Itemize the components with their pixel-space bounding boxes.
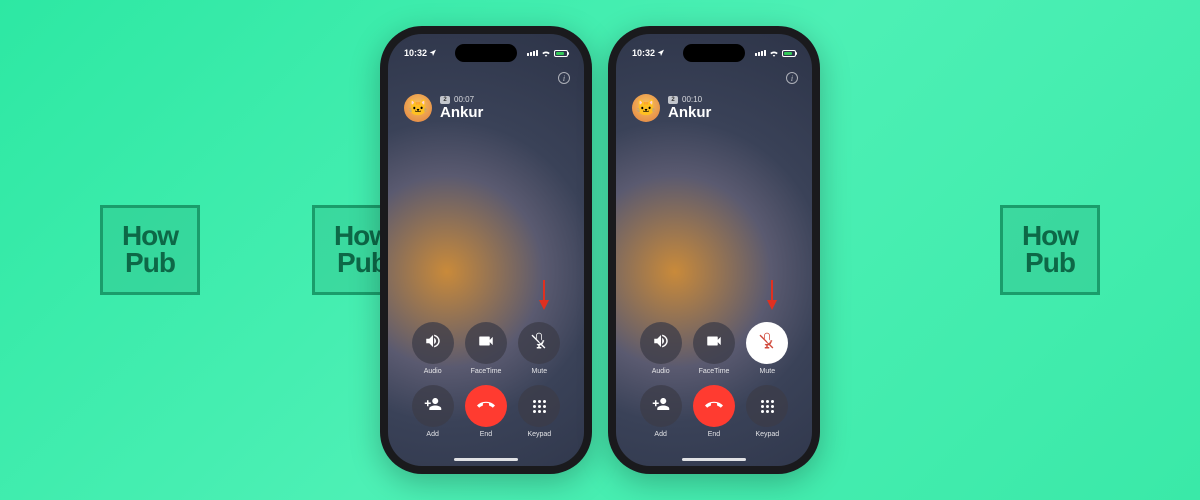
keypad-button[interactable]: Keypad bbox=[513, 385, 566, 438]
speaker-icon bbox=[424, 332, 442, 355]
avatar: 🐱 bbox=[404, 94, 432, 122]
caller-name: Ankur bbox=[668, 104, 711, 121]
end-button[interactable]: End bbox=[687, 385, 740, 438]
add-label: Add bbox=[654, 431, 666, 438]
phone-frame-left: 10:32 i 🐱 2 bbox=[380, 26, 592, 474]
dynamic-island bbox=[455, 44, 517, 62]
call-duration: 00:10 bbox=[682, 95, 702, 104]
keypad-button[interactable]: Keypad bbox=[741, 385, 794, 438]
call-duration: 00:07 bbox=[454, 95, 474, 104]
watermark-logo: How Pub bbox=[1000, 205, 1100, 295]
audio-label: Audio bbox=[424, 368, 442, 375]
facetime-label: FaceTime bbox=[471, 368, 502, 375]
phone-row: 10:32 i 🐱 2 bbox=[380, 26, 820, 474]
annotation-arrow bbox=[765, 278, 779, 312]
sim-badge: 2 bbox=[668, 96, 678, 104]
mute-label: Mute bbox=[532, 368, 548, 375]
caller-row: 🐱 2 00:10 Ankur bbox=[632, 94, 711, 122]
status-right bbox=[527, 49, 568, 57]
location-arrow-icon bbox=[657, 49, 665, 57]
add-contact-icon bbox=[652, 395, 670, 418]
annotation-arrow bbox=[537, 278, 551, 312]
avatar: 🐱 bbox=[632, 94, 660, 122]
mute-button[interactable]: Mute bbox=[513, 322, 566, 375]
mic-off-icon bbox=[530, 332, 548, 355]
status-left: 10:32 bbox=[632, 48, 665, 58]
home-indicator[interactable] bbox=[454, 458, 518, 461]
battery-icon bbox=[782, 50, 796, 57]
home-indicator[interactable] bbox=[682, 458, 746, 461]
watermark-line2: Pub bbox=[125, 250, 175, 277]
facetime-button[interactable]: FaceTime bbox=[459, 322, 512, 375]
watermark-logo: How Pub bbox=[100, 205, 200, 295]
wifi-icon bbox=[541, 49, 551, 57]
video-icon bbox=[705, 332, 723, 355]
status-time: 10:32 bbox=[404, 48, 427, 58]
caller-top: 2 00:07 bbox=[440, 95, 483, 104]
mute-label: Mute bbox=[760, 368, 776, 375]
facetime-button[interactable]: FaceTime bbox=[687, 322, 740, 375]
caller-top: 2 00:10 bbox=[668, 95, 711, 104]
call-button-grid: Audio FaceTime Mute Add End bbox=[616, 322, 812, 438]
dynamic-island bbox=[683, 44, 745, 62]
battery-icon bbox=[554, 50, 568, 57]
phone-frame-right: 10:32 i 🐱 2 bbox=[608, 26, 820, 474]
add-button[interactable]: Add bbox=[406, 385, 459, 438]
speaker-icon bbox=[652, 332, 670, 355]
status-right bbox=[755, 49, 796, 57]
mute-button[interactable]: Mute bbox=[741, 322, 794, 375]
audio-button[interactable]: Audio bbox=[634, 322, 687, 375]
audio-label: Audio bbox=[652, 368, 670, 375]
watermark-line2: Pub bbox=[1025, 250, 1075, 277]
keypad-label: Keypad bbox=[755, 431, 779, 438]
add-button[interactable]: Add bbox=[634, 385, 687, 438]
keypad-icon bbox=[761, 400, 774, 413]
add-label: Add bbox=[426, 431, 438, 438]
add-contact-icon bbox=[424, 395, 442, 418]
status-time: 10:32 bbox=[632, 48, 655, 58]
facetime-label: FaceTime bbox=[699, 368, 730, 375]
mic-off-icon bbox=[758, 332, 776, 355]
keypad-icon bbox=[533, 400, 546, 413]
signal-icon bbox=[527, 50, 538, 56]
signal-icon bbox=[755, 50, 766, 56]
location-arrow-icon bbox=[429, 49, 437, 57]
keypad-label: Keypad bbox=[527, 431, 551, 438]
wifi-icon bbox=[769, 49, 779, 57]
status-left: 10:32 bbox=[404, 48, 437, 58]
video-icon bbox=[477, 332, 495, 355]
sim-badge: 2 bbox=[440, 96, 450, 104]
caller-name: Ankur bbox=[440, 104, 483, 121]
caller-meta: 2 00:07 Ankur bbox=[440, 95, 483, 121]
caller-row: 🐱 2 00:07 Ankur bbox=[404, 94, 483, 122]
info-icon[interactable]: i bbox=[558, 72, 570, 84]
call-button-grid: Audio FaceTime Mute Add End bbox=[388, 322, 584, 438]
caller-meta: 2 00:10 Ankur bbox=[668, 95, 711, 121]
phone-screen: 10:32 i 🐱 2 bbox=[388, 34, 584, 466]
info-icon[interactable]: i bbox=[786, 72, 798, 84]
end-label: End bbox=[480, 431, 492, 438]
watermark-line1: How bbox=[122, 223, 178, 250]
watermark-line1: How bbox=[1022, 223, 1078, 250]
end-call-icon bbox=[705, 395, 723, 418]
phone-screen: 10:32 i 🐱 2 bbox=[616, 34, 812, 466]
audio-button[interactable]: Audio bbox=[406, 322, 459, 375]
end-label: End bbox=[708, 431, 720, 438]
end-call-icon bbox=[477, 395, 495, 418]
end-button[interactable]: End bbox=[459, 385, 512, 438]
